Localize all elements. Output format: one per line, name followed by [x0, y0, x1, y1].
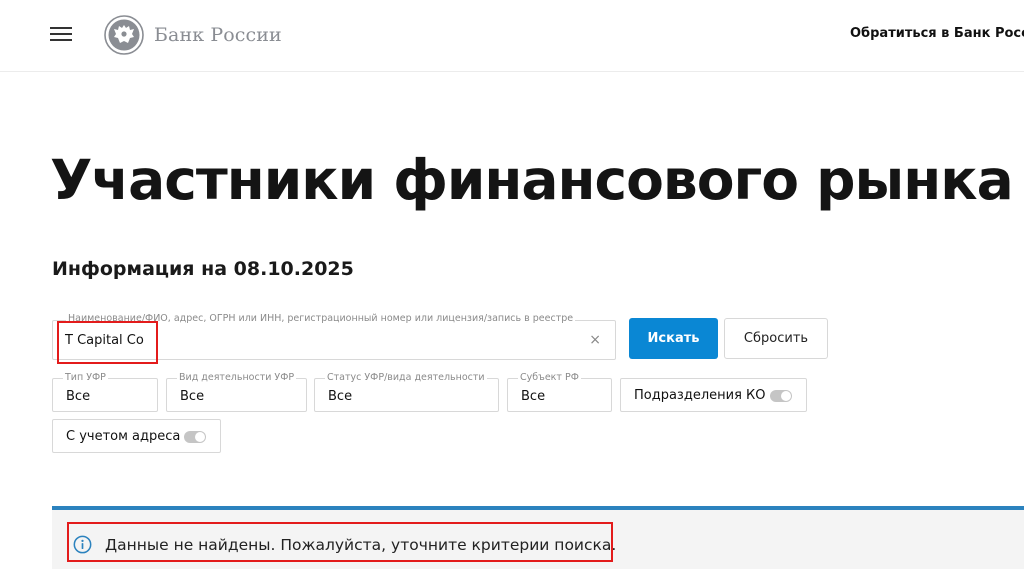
with-address-label: С учетом адреса: [66, 428, 181, 444]
activity-select[interactable]: Вид деятельности УФР Все: [166, 372, 307, 412]
ko-divisions-filter: Подразделения КО: [620, 378, 807, 412]
ufr-type-label: Тип УФР: [63, 372, 108, 383]
page-title: Участники финансового рынка: [50, 148, 1014, 212]
reset-button[interactable]: Сбросить: [724, 318, 828, 359]
with-address-filter: С учетом адреса: [52, 419, 221, 453]
menu-icon[interactable]: [50, 26, 72, 42]
notice-highlight-box: [67, 522, 613, 562]
region-select[interactable]: Субъект РФ Все: [507, 372, 612, 412]
info-date-heading: Информация на 08.10.2025: [52, 258, 354, 280]
ko-divisions-toggle[interactable]: [770, 390, 792, 402]
logo-text: Банк России: [154, 24, 282, 46]
with-address-toggle[interactable]: [184, 431, 206, 443]
site-header: Банк России Обратиться в Банк России: [0, 0, 1024, 72]
status-label: Статус УФР/вида деятельности: [325, 372, 487, 383]
ufr-type-value: Все: [66, 389, 91, 404]
search-highlight-box: [57, 321, 158, 364]
contact-bank-link[interactable]: Обратиться в Банк России: [850, 26, 1024, 41]
region-label: Субъект РФ: [518, 372, 581, 383]
search-button[interactable]: Искать: [629, 318, 718, 359]
status-value: Все: [328, 389, 353, 404]
clear-icon[interactable]: ×: [589, 332, 601, 348]
activity-label: Вид деятельности УФР: [177, 372, 297, 383]
ufr-type-select[interactable]: Тип УФР Все: [52, 372, 158, 412]
eagle-emblem-icon: [104, 15, 144, 55]
ko-divisions-label: Подразделения КО: [634, 387, 766, 403]
bank-logo[interactable]: Банк России: [104, 14, 282, 56]
region-value: Все: [521, 389, 546, 404]
activity-value: Все: [180, 389, 205, 404]
status-select[interactable]: Статус УФР/вида деятельности Все: [314, 372, 499, 412]
